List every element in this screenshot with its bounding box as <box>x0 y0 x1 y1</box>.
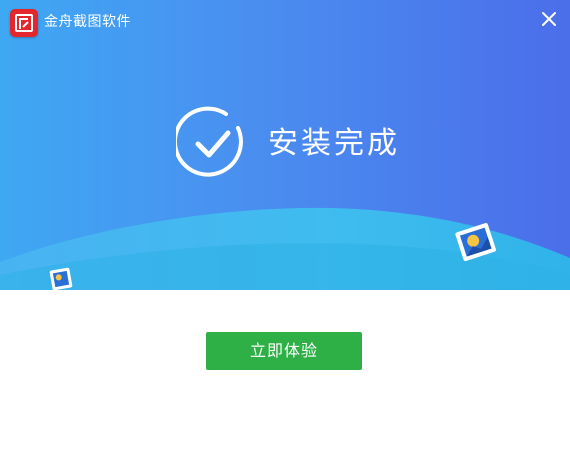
app-title: 金舟截图软件 <box>44 14 131 30</box>
photo-decoration-icon <box>455 223 496 262</box>
check-circle-icon <box>176 106 243 177</box>
action-area: 立即体验 <box>0 290 570 456</box>
app-logo-icon <box>10 9 38 37</box>
install-complete-status: 安装完成 <box>176 106 436 186</box>
close-icon <box>542 12 556 26</box>
hero-banner: 金舟截图软件 安装完成 <box>0 0 570 290</box>
try-now-button[interactable]: 立即体验 <box>206 332 362 370</box>
install-complete-title: 安装完成 <box>268 126 400 161</box>
installer-window: 金舟截图软件 安装完成 立即体验 <box>0 0 570 456</box>
photo-decoration-small-icon <box>49 267 73 290</box>
title-bar[interactable]: 金舟截图软件 <box>0 0 570 40</box>
close-button[interactable] <box>536 6 562 32</box>
